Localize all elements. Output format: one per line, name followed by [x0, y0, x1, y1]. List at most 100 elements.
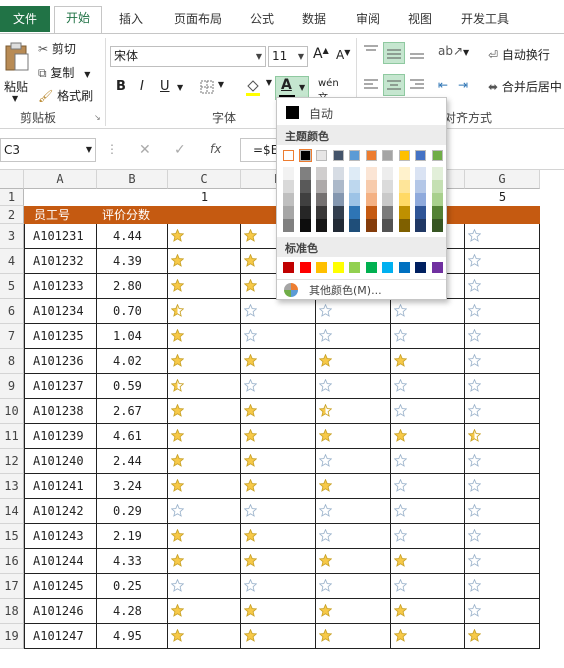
- theme-shade-swatch[interactable]: [398, 193, 410, 206]
- star-rating-cell[interactable]: [391, 574, 465, 599]
- theme-shade-swatch[interactable]: [415, 167, 426, 180]
- theme-shade-swatch[interactable]: [299, 193, 311, 206]
- theme-shade-swatch[interactable]: [382, 206, 393, 219]
- standard-color-swatch[interactable]: [398, 262, 410, 273]
- cell-employee-id[interactable]: A101245: [24, 574, 97, 599]
- name-box[interactable]: C3 ▼: [0, 138, 96, 162]
- wrap-text-button[interactable]: ⏎ 自动换行: [488, 46, 550, 63]
- star-rating-cell[interactable]: [168, 324, 241, 349]
- italic-button[interactable]: I: [140, 79, 144, 94]
- cell-score[interactable]: 2.80: [97, 274, 168, 299]
- cell-employee-id[interactable]: A101244: [24, 549, 97, 574]
- cell-score[interactable]: 0.29: [97, 499, 168, 524]
- underline-button[interactable]: U: [160, 79, 170, 94]
- theme-shade-swatch[interactable]: [431, 206, 443, 219]
- cell-score[interactable]: 4.61: [97, 424, 168, 449]
- row-header[interactable]: 18: [0, 599, 24, 624]
- standard-color-swatch[interactable]: [349, 262, 360, 273]
- theme-shade-swatch[interactable]: [349, 167, 360, 180]
- theme-shade-swatch[interactable]: [349, 206, 360, 219]
- star-rating-cell[interactable]: [391, 324, 465, 349]
- star-rating-cell[interactable]: [465, 574, 540, 599]
- star-rating-cell[interactable]: [316, 499, 391, 524]
- row-header[interactable]: 11: [0, 424, 24, 449]
- star-rating-cell[interactable]: [391, 349, 465, 374]
- theme-shade-swatch[interactable]: [299, 167, 311, 180]
- paste-dropdown-arrow-icon[interactable]: ▼: [12, 94, 18, 103]
- row-header[interactable]: 7: [0, 324, 24, 349]
- cell-score[interactable]: 2.67: [97, 399, 168, 424]
- star-rating-cell[interactable]: [465, 249, 540, 274]
- theme-color-swatch[interactable]: [316, 150, 327, 161]
- star-rating-cell[interactable]: [316, 624, 391, 649]
- cell-score[interactable]: 0.70: [97, 299, 168, 324]
- star-rating-cell[interactable]: [391, 299, 465, 324]
- select-all-corner[interactable]: [0, 170, 24, 189]
- theme-shade-swatch[interactable]: [316, 219, 327, 232]
- clipboard-launcher-icon[interactable]: ↘: [94, 113, 101, 122]
- column-header-a[interactable]: A: [24, 170, 97, 189]
- theme-shade-swatch[interactable]: [283, 219, 294, 232]
- cell-score[interactable]: 4.95: [97, 624, 168, 649]
- star-rating-cell[interactable]: [316, 299, 391, 324]
- star-rating-cell[interactable]: [465, 224, 540, 249]
- align-top-button[interactable]: [363, 44, 381, 62]
- star-rating-cell[interactable]: [391, 374, 465, 399]
- tab-view[interactable]: 视图: [398, 8, 442, 34]
- star-rating-cell[interactable]: [241, 524, 316, 549]
- star-rating-cell[interactable]: [465, 399, 540, 424]
- row-header[interactable]: 17: [0, 574, 24, 599]
- merge-center-button[interactable]: ⬌ 合并后居中: [488, 78, 562, 95]
- cell-employee-id[interactable]: A101232: [24, 249, 97, 274]
- star-rating-cell[interactable]: [465, 374, 540, 399]
- cell-score[interactable]: 2.19: [97, 524, 168, 549]
- cut-button[interactable]: ✂ 剪切: [38, 40, 76, 57]
- star-rating-cell[interactable]: [465, 349, 540, 374]
- column-header-b[interactable]: B: [97, 170, 168, 189]
- standard-color-swatch[interactable]: [431, 262, 443, 273]
- star-rating-cell[interactable]: [168, 274, 241, 299]
- star-rating-cell[interactable]: [241, 374, 316, 399]
- row-header[interactable]: 6: [0, 299, 24, 324]
- star-rating-cell[interactable]: [391, 549, 465, 574]
- star-rating-cell[interactable]: [391, 599, 465, 624]
- cell-score[interactable]: 0.59: [97, 374, 168, 399]
- cell-employee-id[interactable]: A101246: [24, 599, 97, 624]
- align-center-button[interactable]: [383, 74, 405, 96]
- cell-employee-id[interactable]: A101238: [24, 399, 97, 424]
- tab-insert[interactable]: 插入: [107, 8, 155, 34]
- borders-button[interactable]: ▼: [200, 80, 224, 97]
- theme-shade-swatch[interactable]: [382, 219, 393, 232]
- star-rating-cell[interactable]: [465, 624, 540, 649]
- theme-shade-swatch[interactable]: [415, 180, 426, 193]
- theme-shade-swatch[interactable]: [316, 193, 327, 206]
- theme-shade-swatch[interactable]: [316, 167, 327, 180]
- theme-shade-swatch[interactable]: [299, 180, 311, 193]
- cell-employee-id[interactable]: A101234: [24, 299, 97, 324]
- tab-page-layout[interactable]: 页面布局: [163, 8, 233, 34]
- theme-shade-swatch[interactable]: [332, 167, 344, 180]
- standard-color-swatch[interactable]: [382, 262, 393, 273]
- star-rating-cell[interactable]: [316, 349, 391, 374]
- cell-employee-id[interactable]: A101247: [24, 624, 97, 649]
- star-rating-cell[interactable]: [316, 449, 391, 474]
- star-rating-cell[interactable]: [241, 299, 316, 324]
- theme-shade-swatch[interactable]: [382, 193, 393, 206]
- row-header[interactable]: 14: [0, 499, 24, 524]
- cell-score[interactable]: 4.02: [97, 349, 168, 374]
- star-rating-cell[interactable]: [465, 449, 540, 474]
- font-size-combo[interactable]: 11 ▼: [268, 46, 308, 67]
- format-painter-button[interactable]: 🖌 格式刷: [38, 87, 93, 104]
- star-rating-cell[interactable]: [241, 424, 316, 449]
- tab-formulas[interactable]: 公式: [240, 8, 284, 34]
- star-rating-cell[interactable]: [168, 574, 241, 599]
- theme-shade-swatch[interactable]: [283, 167, 294, 180]
- theme-shade-swatch[interactable]: [431, 219, 443, 232]
- align-middle-button[interactable]: [383, 42, 405, 64]
- theme-shade-swatch[interactable]: [349, 193, 360, 206]
- cell-score[interactable]: 4.28: [97, 599, 168, 624]
- star-rating-cell[interactable]: [465, 424, 540, 449]
- cell-score[interactable]: 4.33: [97, 549, 168, 574]
- copy-button[interactable]: ⧉ 复制 ▼: [38, 64, 90, 81]
- star-rating-cell[interactable]: [316, 524, 391, 549]
